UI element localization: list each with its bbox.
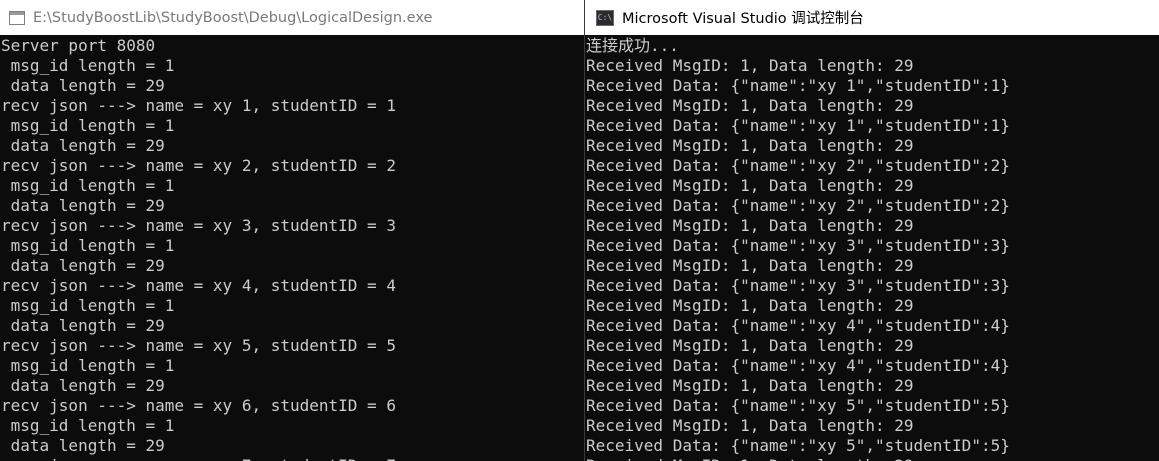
console-line: Received Data: {"name":"xy 2","studentID…: [586, 156, 1010, 175]
console-line: recv json ---> name = xy 1, studentID = …: [1, 96, 396, 115]
console-line: Received MsgID: 1, Data length: 29: [586, 256, 914, 275]
console-line: Server port 8080: [1, 36, 156, 55]
console-line: data length = 29: [1, 196, 165, 215]
console-line: recv json ---> name = xy 3, studentID = …: [1, 216, 396, 235]
console-line: Received Data: {"name":"xy 5","studentID…: [586, 436, 1010, 455]
server-console-window[interactable]: E:\StudyBoostLib\StudyBoost\Debug\Logica…: [0, 0, 584, 461]
console-line: Received MsgID: 1, Data length: 29: [586, 336, 914, 355]
console-line: data length = 29: [1, 256, 165, 275]
console-line: recv json ---> name = xy 4, studentID = …: [1, 276, 396, 295]
console-line: data length = 29: [1, 76, 165, 95]
console-line: recv json ---> name = xy 6, studentID = …: [1, 396, 396, 415]
console-line: data length = 29: [1, 136, 165, 155]
console-line: Received Data: {"name":"xy 3","studentID…: [586, 276, 1010, 295]
console-line: Received MsgID: 1, Data length: 29: [586, 176, 914, 195]
console-line: 连接成功...: [586, 36, 679, 55]
server-console-output[interactable]: Server port 8080 msg_id length = 1 data …: [0, 35, 584, 461]
console-line: data length = 29: [1, 436, 165, 455]
vs-debug-console-titlebar[interactable]: C:\ Microsoft Visual Studio 调试控制台: [585, 0, 1159, 35]
desktop: E:\StudyBoostLib\StudyBoost\Debug\Logica…: [0, 0, 1159, 461]
console-line: Received Data: {"name":"xy 5","studentID…: [586, 396, 1010, 415]
console-line: data length = 29: [1, 376, 165, 395]
server-console-titlebar[interactable]: E:\StudyBoostLib\StudyBoost\Debug\Logica…: [0, 0, 584, 35]
server-console-title: E:\StudyBoostLib\StudyBoost\Debug\Logica…: [33, 9, 433, 26]
console-exe-icon: [9, 10, 25, 25]
console-line: msg_id length = 1: [1, 56, 175, 75]
console-line: Received Data: {"name":"xy 1","studentID…: [586, 76, 1010, 95]
console-line: Received Data: {"name":"xy 3","studentID…: [586, 236, 1010, 255]
console-line: Received MsgID: 1, Data length: 29: [586, 56, 914, 75]
console-line: msg_id length = 1: [1, 116, 175, 135]
console-line: msg_id length = 1: [1, 296, 175, 315]
console-line: Received MsgID: 1, Data length: 29: [586, 96, 914, 115]
console-line: Received Data: {"name":"xy 2","studentID…: [586, 196, 1010, 215]
console-line: Received MsgID: 1, Data length: 29: [586, 136, 914, 155]
console-line: recv json ---> name = xy 2, studentID = …: [1, 156, 396, 175]
console-line: msg_id length = 1: [1, 356, 175, 375]
console-line: recv json ---> name = xy 7, studentID = …: [1, 456, 584, 461]
console-line: Received Data: {"name":"xy 4","studentID…: [586, 316, 1010, 335]
console-line: recv json ---> name = xy 5, studentID = …: [1, 336, 396, 355]
console-line: msg_id length = 1: [1, 416, 175, 435]
console-line: Received MsgID: 1, Data length: 29: [586, 216, 914, 235]
vs-debug-console-window[interactable]: C:\ Microsoft Visual Studio 调试控制台 连接成功..…: [584, 0, 1159, 461]
console-line: Received MsgID: 1, Data length: 29: [586, 296, 914, 315]
vs-debug-console-output[interactable]: 连接成功... Received MsgID: 1, Data length: 2…: [585, 35, 1159, 461]
console-line: msg_id length = 1: [1, 236, 175, 255]
vs-debug-console-title: Microsoft Visual Studio 调试控制台: [622, 11, 864, 27]
visual-studio-console-icon: C:\: [596, 9, 614, 26]
console-line: msg_id length = 1: [1, 176, 175, 195]
console-line: Received Data: {"name":"xy 1","studentID…: [586, 116, 1010, 135]
console-line: data length = 29: [1, 316, 165, 335]
console-line: Received MsgID: 1, Data length: 29: [586, 376, 914, 395]
console-line: Received MsgID: 1, Data length: 29: [586, 456, 1159, 461]
console-line: Received MsgID: 1, Data length: 29: [586, 416, 914, 435]
console-line: Received Data: {"name":"xy 4","studentID…: [586, 356, 1010, 375]
